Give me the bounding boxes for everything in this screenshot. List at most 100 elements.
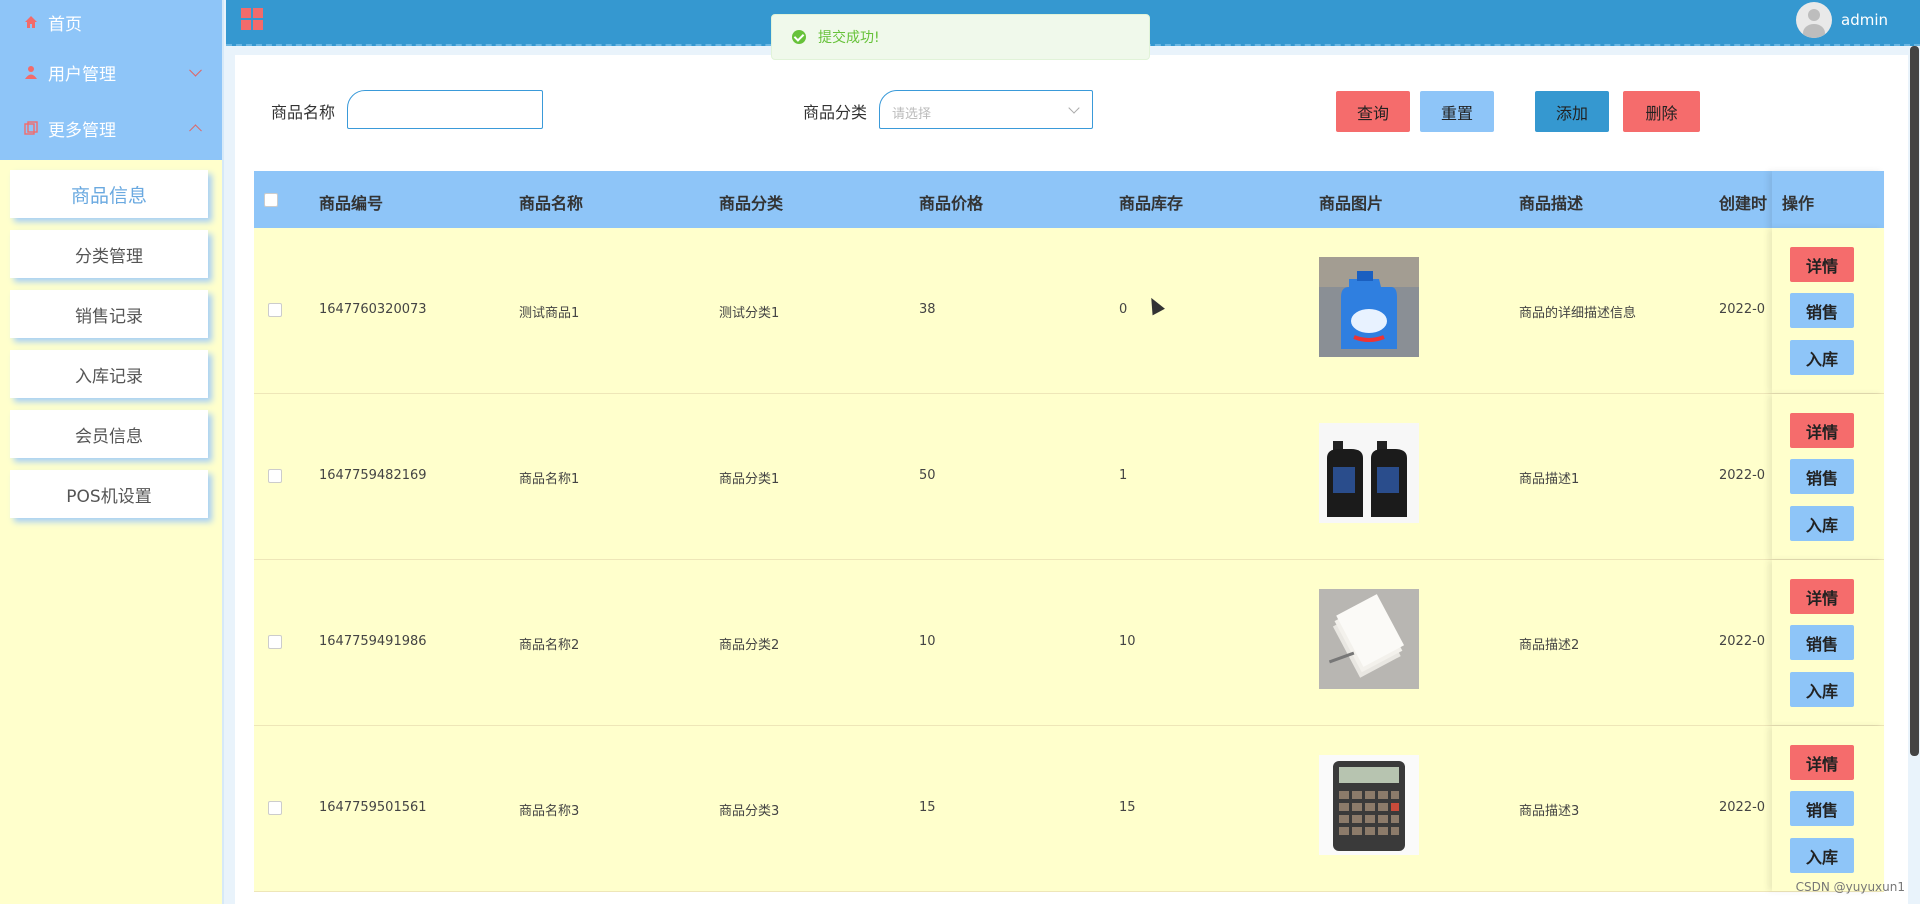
submenu-item-pos-settings[interactable]: POS机设置 — [10, 470, 208, 518]
table-row: 1647759482169 商品名称1 商品分类1 50 1 商品描述1 202… — [254, 394, 1884, 560]
reset-button[interactable]: 重置 — [1420, 91, 1494, 132]
cell-stock: 10 — [1119, 634, 1136, 649]
product-image-cleanser[interactable] — [1319, 423, 1419, 523]
cell-name: 商品名称2 — [519, 638, 580, 653]
stock-in-button[interactable]: 入库 — [1790, 838, 1854, 873]
stock-in-button[interactable]: 入库 — [1790, 506, 1854, 541]
delete-button[interactable]: 删除 — [1623, 91, 1700, 132]
stock-in-button[interactable]: 入库 — [1790, 672, 1854, 707]
product-name-label: 商品名称 — [271, 103, 336, 122]
cell-description: 商品描述3 — [1519, 804, 1580, 819]
cell-category: 测试分类1 — [719, 306, 780, 321]
chevron-up-icon — [189, 124, 202, 138]
cell-id: 1647759501561 — [319, 800, 427, 815]
user-icon — [25, 66, 37, 79]
row-checkbox[interactable] — [268, 635, 282, 649]
cell-name: 测试商品1 — [519, 306, 580, 321]
row-actions: 详情 销售 入库 — [1772, 394, 1884, 559]
product-category-select[interactable]: 请选择 — [879, 90, 1093, 129]
cell-description: 商品描述2 — [1519, 638, 1580, 653]
stock-in-button[interactable]: 入库 — [1790, 340, 1854, 375]
product-name-input[interactable] — [347, 90, 543, 129]
detail-button[interactable]: 详情 — [1790, 413, 1854, 448]
column-header: 商品图片 — [1319, 194, 1384, 213]
select-placeholder: 请选择 — [892, 107, 932, 122]
toast-message: 提交成功! — [818, 30, 880, 46]
column-header: 操作 — [1782, 194, 1815, 213]
cell-id: 1647759491986 — [319, 634, 427, 649]
column-header: 商品描述 — [1519, 194, 1584, 213]
cell-stock: 15 — [1119, 800, 1136, 815]
cell-id: 1647759482169 — [319, 468, 427, 483]
cell-price: 50 — [919, 468, 936, 483]
ops-header: 操作 — [1772, 171, 1884, 228]
product-image-calculator[interactable] — [1319, 755, 1419, 855]
sidebar-menu: 首页 用户管理 更多管理 — [0, 0, 222, 160]
detail-button[interactable]: 详情 — [1790, 745, 1854, 780]
column-header: 商品分类 — [719, 194, 784, 213]
menu-item-label: 用户管理 — [48, 64, 116, 85]
cell-price: 10 — [919, 634, 936, 649]
check-circle-icon — [792, 30, 806, 44]
user-menu[interactable]: admin — [1796, 2, 1888, 38]
success-toast: 提交成功! — [771, 14, 1150, 60]
cell-stock: 1 — [1119, 468, 1128, 483]
submenu-item-product-info[interactable]: 商品信息 — [10, 170, 208, 218]
column-header: 商品价格 — [919, 194, 984, 213]
sell-button[interactable]: 销售 — [1790, 293, 1854, 328]
table-header: 商品编号 商品名称 商品分类 商品价格 商品库存 商品图片 商品描述 创建时 操… — [254, 171, 1884, 228]
product-image-detergent[interactable] — [1319, 257, 1419, 357]
menu-item-label: 更多管理 — [48, 120, 116, 141]
menu-item-user-management[interactable]: 用户管理 — [0, 44, 222, 100]
cell-price: 38 — [919, 302, 936, 317]
cell-created: 2022-0 — [1719, 634, 1766, 649]
product-category-label: 商品分类 — [803, 103, 868, 122]
cell-category: 商品分类1 — [719, 472, 780, 487]
column-header: 商品编号 — [319, 194, 384, 213]
cell-name: 商品名称1 — [519, 472, 580, 487]
query-button[interactable]: 查询 — [1336, 91, 1410, 132]
cell-id: 1647760320073 — [319, 302, 427, 317]
row-actions: 详情 销售 入库 — [1772, 228, 1884, 393]
row-checkbox[interactable] — [268, 469, 282, 483]
cell-name: 商品名称3 — [519, 804, 580, 819]
cell-category: 商品分类3 — [719, 804, 780, 819]
add-button[interactable]: 添加 — [1535, 91, 1609, 132]
submenu-item-category[interactable]: 分类管理 — [10, 230, 208, 278]
sell-button[interactable]: 销售 — [1790, 459, 1854, 494]
sell-button[interactable]: 销售 — [1790, 625, 1854, 660]
sidebar: 首页 用户管理 更多管理 商品信息 分类管理 销售记录 入库记录 会员信息 PO… — [0, 0, 224, 904]
chevron-down-icon — [189, 63, 202, 77]
column-header: 商品名称 — [519, 194, 584, 213]
grid-menu-icon[interactable] — [241, 8, 263, 30]
cell-created: 2022-0 — [1719, 302, 1766, 317]
row-checkbox[interactable] — [268, 303, 282, 317]
product-image-notebook[interactable] — [1319, 589, 1419, 689]
cell-description: 商品的详细描述信息 — [1519, 306, 1637, 321]
table-row: 1647759491986 商品名称2 商品分类2 10 10 商品描述2 20… — [254, 560, 1884, 726]
copy-icon — [24, 121, 38, 135]
product-table: 商品编号 商品名称 商品分类 商品价格 商品库存 商品图片 商品描述 创建时 操… — [254, 171, 1884, 892]
select-all-checkbox[interactable] — [264, 193, 278, 207]
cell-category: 商品分类2 — [719, 638, 780, 653]
detail-button[interactable]: 详情 — [1790, 579, 1854, 614]
cell-created: 2022-0 — [1719, 800, 1766, 815]
table-row: 1647759501561 商品名称3 商品分类3 15 15 商品描述3 20… — [254, 726, 1884, 892]
submenu: 商品信息 分类管理 销售记录 入库记录 会员信息 POS机设置 — [0, 160, 222, 518]
detail-button[interactable]: 详情 — [1790, 247, 1854, 282]
cell-created: 2022-0 — [1719, 468, 1766, 483]
submenu-item-stock-records[interactable]: 入库记录 — [10, 350, 208, 398]
watermark: CSDN @yuyuxun1 — [1795, 880, 1905, 894]
cell-description: 商品描述1 — [1519, 472, 1580, 487]
submenu-item-sales-records[interactable]: 销售记录 — [10, 290, 208, 338]
scrollbar-thumb[interactable] — [1910, 46, 1919, 756]
home-icon — [25, 16, 37, 28]
vertical-scrollbar[interactable] — [1908, 46, 1920, 904]
main-panel: 商品名称 商品分类 请选择 查询 重置 添加 删除 商品编号 商品名称 商品分类… — [235, 55, 1911, 904]
sell-button[interactable]: 销售 — [1790, 791, 1854, 826]
submenu-item-member-info[interactable]: 会员信息 — [10, 410, 208, 458]
row-checkbox[interactable] — [268, 801, 282, 815]
table-row: 1647760320073 测试商品1 测试分类1 38 0 商品的详细描述信息… — [254, 228, 1884, 394]
menu-item-more-management[interactable]: 更多管理 — [0, 100, 222, 156]
menu-item-home[interactable]: 首页 — [0, 0, 222, 44]
